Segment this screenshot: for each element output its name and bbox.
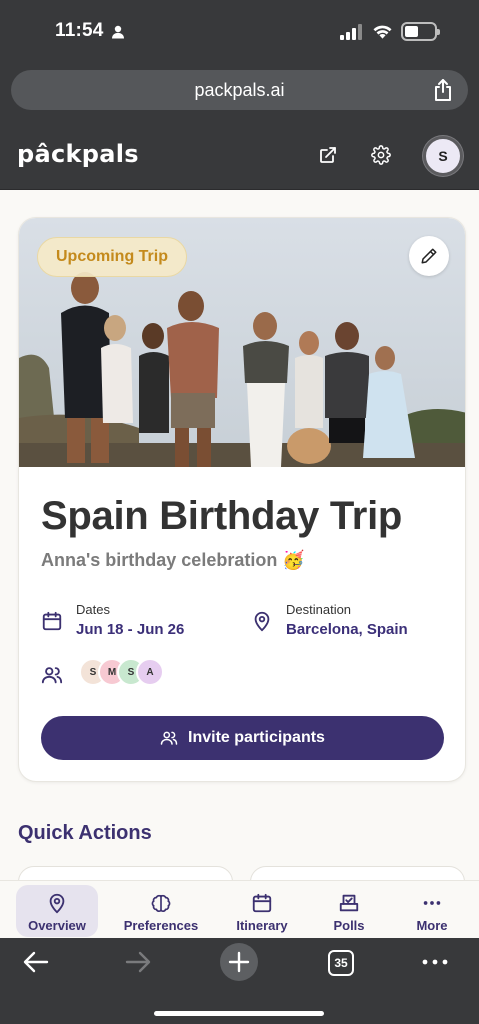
address-url: packpals.ai [194,80,285,100]
app-logo[interactable]: pâckpals [17,140,139,168]
dates-label: Dates [76,602,110,617]
browser-toolbar: 35 [0,938,479,1024]
tab-label: More [416,918,448,933]
calendar-icon [42,611,62,631]
home-indicator [154,1011,324,1016]
trip-hero-photo: Upcoming Trip [19,218,465,467]
back-arrow-icon[interactable] [22,950,50,974]
app-header: pâckpals [0,122,479,190]
main-content: Upcoming Trip Spain Birthday Trip Anna's… [0,190,479,880]
trip-card: Upcoming Trip Spain Birthday Trip Anna's… [18,217,466,782]
trip-title: Spain Birthday Trip [41,494,403,538]
destination-label: Destination [286,602,352,617]
cellular-signal-icon [340,24,362,40]
ballot-box-icon [339,894,359,912]
upcoming-trip-badge: Upcoming Trip [37,237,187,277]
quick-action-card[interactable] [18,866,233,880]
quick-actions-heading: Quick Actions [18,822,152,844]
tab-switcher-button[interactable]: 35 [328,950,354,976]
user-avatar[interactable]: S [423,136,463,176]
trip-subtitle: Anna's birthday celebration 🥳 [41,550,305,570]
invite-button-label: Invite participants [188,729,325,746]
calendar-icon [252,893,272,913]
tab-label: Itinerary [236,918,288,933]
tab-label: Preferences [123,918,199,933]
new-tab-button[interactable] [220,943,258,981]
map-pin-icon [254,611,270,632]
users-icon [160,731,178,745]
browser-address-row: packpals.ai [0,62,479,122]
edit-trip-button[interactable] [409,236,449,276]
bottom-tab-bar: Overview Preferences Itinerary Polls Mor… [0,880,479,938]
destination-value: Barcelona, Spain [286,621,408,638]
invite-participants-button[interactable]: Invite participants [41,716,444,760]
share-icon[interactable] [432,78,454,102]
map-pin-icon [49,893,65,914]
ellipsis-icon[interactable] [421,950,449,974]
tab-overview[interactable]: Overview [16,885,98,937]
address-bar[interactable]: packpals.ai [11,70,468,110]
status-time: 11:54 [55,20,104,41]
brain-icon [151,894,171,913]
external-link-icon[interactable] [318,145,338,165]
tab-label: Overview [28,918,86,933]
tab-itinerary[interactable]: Itinerary [226,885,298,937]
gear-icon[interactable] [371,145,391,165]
users-icon [41,667,63,684]
dates-value: Jun 18 - Jun 26 [76,621,185,638]
ellipsis-icon [423,901,441,905]
tab-preferences[interactable]: Preferences [118,885,204,937]
forward-arrow-icon[interactable] [124,950,152,974]
tab-more[interactable]: More [402,885,462,937]
plus-icon [228,951,250,973]
tab-polls[interactable]: Polls [318,885,380,937]
status-bar: 11:54 [0,0,479,62]
tab-label: Polls [333,918,365,933]
quick-action-card[interactable] [250,866,465,880]
person-icon [112,25,124,39]
participant-avatar[interactable]: A [136,658,164,686]
pencil-icon [421,248,437,264]
wifi-icon [373,25,392,39]
battery-icon [401,22,440,41]
